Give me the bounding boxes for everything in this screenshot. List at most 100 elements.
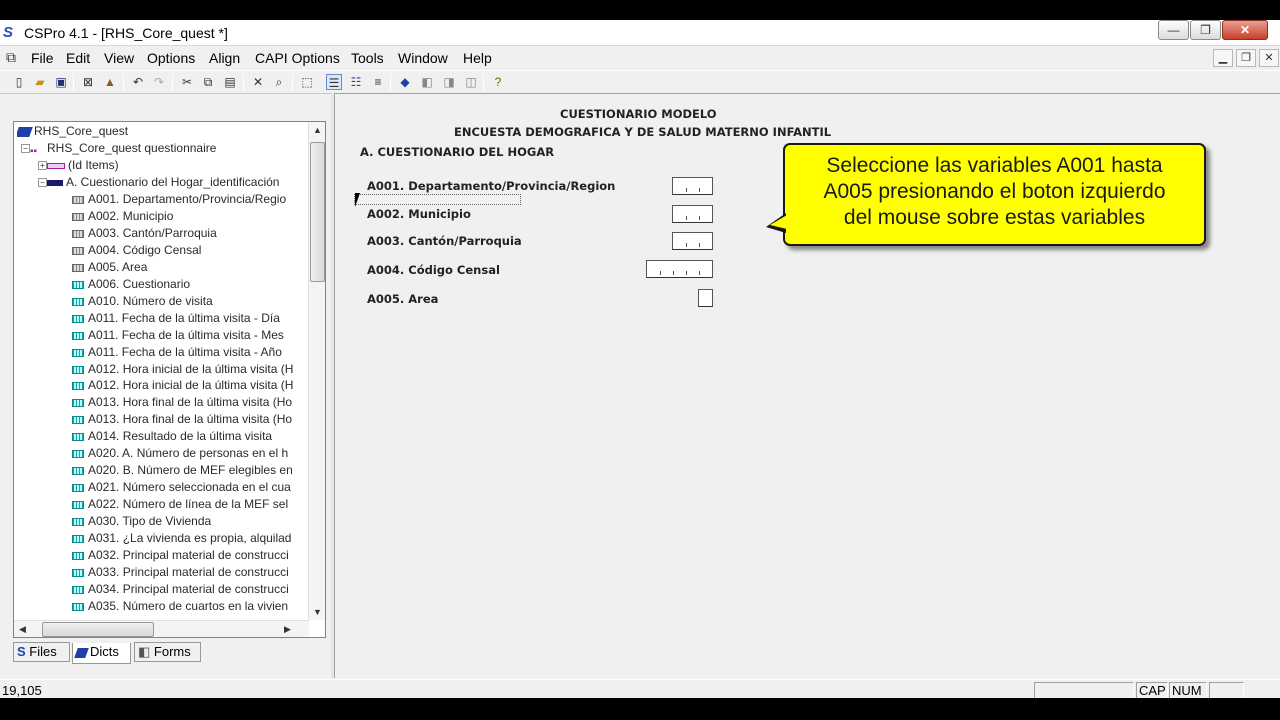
tree-item-label: A035. Número de cuartos en la vivien (88, 599, 289, 613)
item-icon (72, 398, 84, 407)
paste-icon[interactable]: ▤ (222, 74, 238, 90)
dictionary-tree[interactable]: RHS_Core_quest − ▪▪ RHS_Core_quest questio… (13, 121, 326, 638)
field-a002[interactable] (672, 205, 713, 223)
cut-icon[interactable]: ✂ (179, 74, 195, 90)
tree-vertical-thumb[interactable] (310, 142, 325, 282)
letterbox-top (0, 0, 1280, 20)
copy-icon[interactable]: ⧉ (200, 74, 216, 90)
help-icon[interactable]: ? (490, 74, 506, 90)
menu-help[interactable]: Help (463, 50, 492, 66)
tree-item-label: A006. Cuestionario (88, 277, 191, 291)
forms-icon: ◧ (138, 644, 151, 659)
form-icon[interactable]: ◧ (419, 74, 435, 90)
label-a002[interactable]: A002. Municipio (367, 207, 471, 221)
tree-item-label: A010. Número de visita (88, 294, 213, 308)
mdi-restore-button[interactable]: ❐ (1236, 49, 1256, 67)
minimize-button[interactable]: — (1158, 20, 1189, 40)
item-icon (72, 534, 84, 543)
expand-icon[interactable]: + (38, 161, 47, 171)
field-a004[interactable] (646, 260, 713, 278)
label-a001[interactable]: A001. Departamento/Provincia/Region (367, 179, 615, 193)
close-button[interactable]: ✕ (1222, 20, 1268, 40)
scroll-down-icon[interactable]: ▼ (313, 607, 322, 617)
collapse-icon[interactable]: − (21, 144, 30, 154)
cspro-window: S CSPro 4.1 - [RHS_Core_quest *] — ❐ ✕ ⧉… (0, 0, 1280, 698)
align-center-icon[interactable]: ≡ (370, 74, 386, 90)
dictionary-icon (17, 126, 33, 137)
tree-item-label: A032. Principal material de construcci (88, 548, 289, 562)
undo-icon[interactable]: ↶ (130, 74, 146, 90)
tree-questionnaire[interactable]: − ▪▪ RHS_Core_quest questionnaire (21, 140, 307, 157)
align-right-icon[interactable]: ☷ (348, 74, 364, 90)
form-title: CUESTIONARIO MODELO (560, 107, 717, 121)
tree-item-label: A005. Area (88, 260, 148, 274)
files-icon: S (17, 644, 26, 659)
delete-icon[interactable]: ✕ (250, 74, 266, 90)
item-icon (72, 500, 84, 509)
label-a004[interactable]: A004. Código Censal (367, 263, 500, 277)
tree-horizontal-thumb[interactable] (42, 622, 154, 637)
menu-window[interactable]: Window (398, 50, 448, 66)
open-icon[interactable]: ▰ (32, 74, 48, 90)
title-bar: S CSPro 4.1 - [RHS_Core_quest *] — ❐ ✕ (0, 20, 1280, 46)
dictionary-icon[interactable]: ◆ (397, 74, 413, 90)
menu-options[interactable]: Options (147, 50, 195, 66)
tab-forms[interactable]: ◧ Forms (134, 642, 201, 662)
menu-capi-options[interactable]: CAPI Options (255, 50, 340, 66)
menu-view[interactable]: View (104, 50, 134, 66)
item-icon (72, 517, 84, 526)
menu-tools[interactable]: Tools (351, 50, 384, 66)
label-a005[interactable]: A005. Area (367, 292, 438, 306)
scroll-right-icon[interactable]: ▶ (284, 624, 291, 635)
find-icon[interactable]: ⌕ (271, 74, 287, 90)
collapse-icon[interactable]: − (38, 178, 47, 188)
label-a003[interactable]: A003. Cantón/Parroquia (367, 234, 522, 248)
align-left-icon[interactable]: ☰ (326, 74, 342, 90)
item-icon (72, 551, 84, 560)
scroll-up-icon[interactable]: ▲ (313, 125, 322, 135)
item-icon (72, 246, 84, 255)
tree-item-label: A020. A. Número de personas en el h (88, 446, 289, 460)
field-a001[interactable] (672, 177, 713, 195)
item-icon (72, 297, 84, 306)
item-icon (72, 314, 84, 323)
generate-icon[interactable]: ⊠ (80, 74, 96, 90)
select-icon[interactable]: ⬚ (299, 74, 315, 90)
tab-files[interactable]: S Files (13, 642, 70, 662)
record-icon (47, 179, 63, 186)
tree-item-label: A001. Departamento/Provincia/Regio (88, 192, 287, 206)
new-icon[interactable]: ▯ (11, 74, 27, 90)
menu-edit[interactable]: Edit (66, 50, 90, 66)
tab-dicts[interactable]: Dicts (72, 643, 131, 664)
item-icon (72, 568, 84, 577)
mdi-minimize-button[interactable]: ▁ (1213, 49, 1233, 67)
tree-root[interactable]: RHS_Core_quest (17, 123, 303, 140)
mdi-document-icon[interactable]: ⧉ (6, 49, 24, 65)
field-a005[interactable] (698, 289, 713, 307)
save-icon[interactable]: ▣ (53, 74, 69, 90)
tree-item-label: A012. Hora inicial de la última visita (… (88, 378, 294, 392)
tree-horizontal-scrollbar[interactable]: ◀ ▶ (14, 620, 309, 637)
tree-item-label: A013. Hora final de la última visita (Ho (88, 412, 293, 426)
menu-align[interactable]: Align (209, 50, 240, 66)
form-designer[interactable]: CUESTIONARIO MODELO ENCUESTA DEMOGRAFICA… (334, 93, 1280, 678)
mdi-close-button[interactable]: ✕ (1259, 49, 1279, 67)
structure-icon: ▪▪ (30, 145, 38, 157)
tree-item-label: A004. Código Censal (88, 243, 202, 257)
redo-icon[interactable]: ↷ (151, 74, 167, 90)
run-icon[interactable]: ▲ (102, 74, 118, 90)
status-panel-scrl (1209, 682, 1244, 698)
order-icon[interactable]: ◫ (463, 74, 479, 90)
tree-item-label: A011. Fecha de la última visita - Día (88, 311, 280, 325)
dicts-icon (74, 647, 89, 658)
maximize-button[interactable]: ❐ (1190, 20, 1221, 40)
tree-record[interactable]: − A. Cuestionario del Hogar_identificació… (38, 174, 324, 191)
form-stack-icon[interactable]: ◨ (441, 74, 457, 90)
tree-id-items[interactable]: + (Id Items) (38, 157, 324, 174)
mouse-cursor-icon (355, 193, 365, 207)
window-title: CSPro 4.1 - [RHS_Core_quest *] (24, 25, 228, 41)
tree-vertical-scrollbar[interactable]: ▲ ▼ (308, 122, 325, 620)
field-a003[interactable] (672, 232, 713, 250)
scroll-left-icon[interactable]: ◀ (19, 624, 26, 635)
menu-file[interactable]: File (31, 50, 54, 66)
